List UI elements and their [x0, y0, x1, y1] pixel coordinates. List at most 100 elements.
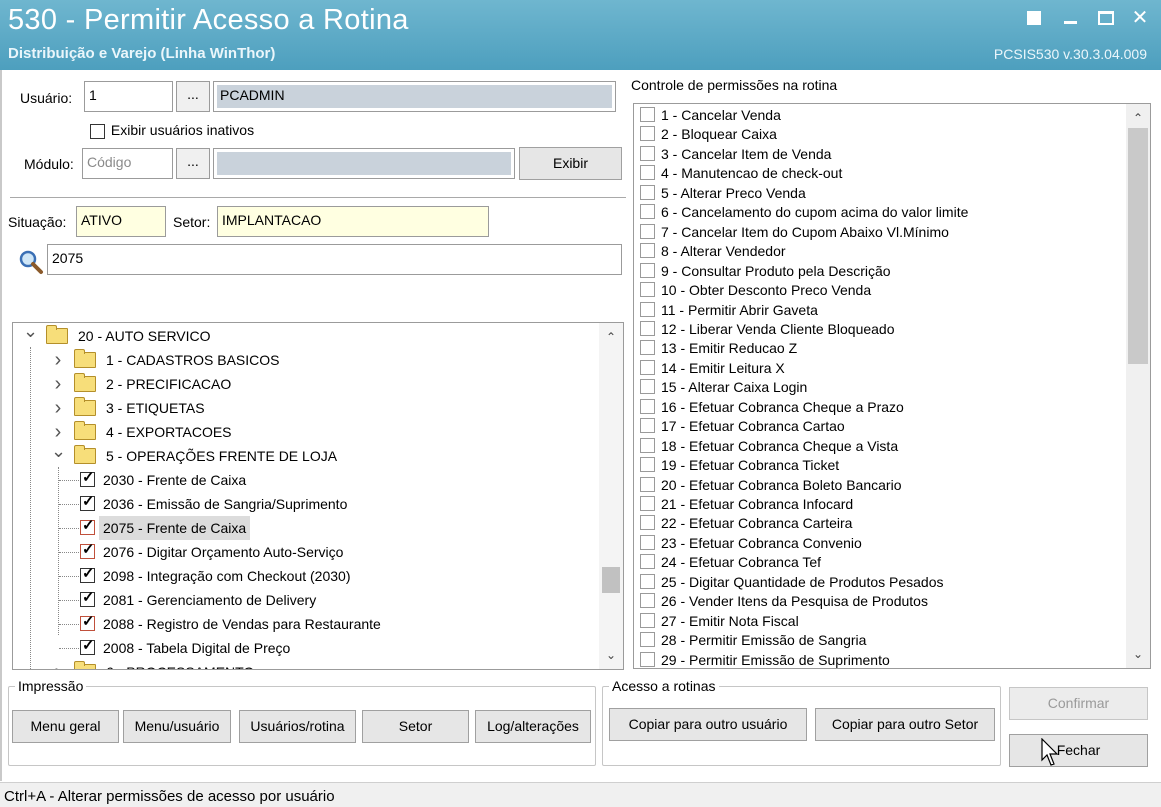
restore-icon[interactable] [1022, 6, 1046, 30]
permission-checkbox[interactable] [640, 145, 655, 161]
permission-checkbox[interactable] [640, 612, 655, 628]
permission-checkbox[interactable] [640, 398, 655, 414]
scroll-down-icon[interactable]: ⌄ [599, 645, 623, 665]
permission-item[interactable]: 10 - Obter Desconto Preco Venda [640, 281, 871, 300]
permissions-scrollbar[interactable]: ⌃ ⌄ [1126, 104, 1150, 668]
tree-folder-node[interactable]: ⌄ 5 - OPERAÇÕES FRENTE DE LOJA [13, 442, 599, 468]
permission-item[interactable]: 14 - Emitir Leitura X [640, 359, 785, 378]
tree-folder-node[interactable]: › 6 - PROCESSAMENTO [13, 660, 599, 669]
chevron-right-icon[interactable]: › [51, 396, 65, 420]
menu-geral-button[interactable]: Menu geral [12, 710, 119, 743]
tree-folder-node[interactable]: › 1 - CADASTROS BASICOS [13, 348, 599, 372]
maximize-button[interactable] [1094, 6, 1118, 30]
inativos-checkbox[interactable] [90, 123, 105, 139]
search-input[interactable]: 2075 [47, 244, 622, 275]
tree-routine-node[interactable]: ✓ 2081 - Gerenciamento de Delivery [13, 588, 599, 612]
permission-checkbox[interactable] [640, 476, 655, 492]
permission-item[interactable]: 11 - Permitir Abrir Gaveta [640, 301, 818, 320]
scroll-up-icon[interactable]: ⌃ [1126, 108, 1150, 128]
permission-checkbox[interactable] [640, 573, 655, 589]
permission-checkbox[interactable] [640, 457, 655, 473]
permission-item[interactable]: 12 - Liberar Venda Cliente Bloqueado [640, 320, 895, 339]
chevron-right-icon[interactable]: › [51, 348, 65, 372]
tree-item-checkbox[interactable]: ✓ [80, 541, 95, 559]
tree-item-checkbox[interactable]: ✓ [80, 613, 95, 631]
permission-checkbox[interactable] [640, 243, 655, 259]
permission-item[interactable]: 13 - Emitir Reducao Z [640, 339, 797, 358]
permission-checkbox[interactable] [640, 651, 655, 667]
tree-folder-node[interactable]: › 3 - ETIQUETAS [13, 396, 599, 420]
permission-checkbox[interactable] [640, 515, 655, 531]
confirmar-button[interactable]: Confirmar [1009, 687, 1148, 720]
permission-item[interactable]: 18 - Efetuar Cobranca Cheque a Vista [640, 437, 898, 456]
permission-checkbox[interactable] [640, 204, 655, 220]
tree-item-checkbox[interactable]: ✓ [80, 517, 95, 535]
modulo-lookup-button[interactable]: ... [176, 148, 210, 179]
chevron-right-icon[interactable]: › [51, 372, 65, 396]
permission-item[interactable]: 29 - Permitir Emissão de Suprimento [640, 651, 890, 668]
permission-item[interactable]: 25 - Digitar Quantidade de Produtos Pesa… [640, 573, 944, 592]
permission-item[interactable]: 4 - Manutencao de check-out [640, 164, 842, 183]
routine-tree[interactable]: ⌄ 20 - AUTO SERVICO › 1 - CADASTROS BASICOS… [12, 322, 624, 670]
permission-item[interactable]: 24 - Efetuar Cobranca Tef [640, 553, 821, 572]
tree-item-checkbox[interactable]: ✓ [80, 589, 95, 607]
permission-checkbox[interactable] [640, 340, 655, 356]
tree-routine-node[interactable]: ✓ 2030 - Frente de Caixa [13, 468, 599, 492]
usuario-lookup-button[interactable]: ... [176, 81, 210, 112]
permission-item[interactable]: 8 - Alterar Vendedor [640, 242, 786, 261]
copiar-usuario-button[interactable]: Copiar para outro usuário [609, 708, 807, 741]
permission-item[interactable]: 15 - Alterar Caixa Login [640, 378, 807, 397]
tree-folder-node[interactable]: › 4 - EXPORTACOES [13, 420, 599, 444]
tree-routine-node[interactable]: ✓ 2008 - Tabela Digital de Preço [13, 636, 599, 660]
scroll-thumb[interactable] [1128, 128, 1148, 364]
minimize-button[interactable] [1058, 6, 1082, 30]
permission-item[interactable]: 23 - Efetuar Cobranca Convenio [640, 534, 862, 553]
permission-checkbox[interactable] [640, 632, 655, 648]
permission-checkbox[interactable] [640, 379, 655, 395]
permission-item[interactable]: 3 - Cancelar Item de Venda [640, 145, 831, 164]
inativos-checkbox-row[interactable]: Exibir usuários inativos [90, 122, 254, 139]
scroll-up-icon[interactable]: ⌃ [599, 327, 623, 347]
permission-item[interactable]: 7 - Cancelar Item do Cupom Abaixo Vl.Mín… [640, 223, 949, 242]
permission-item[interactable]: 6 - Cancelamento do cupom acima do valor… [640, 203, 968, 222]
permission-item[interactable]: 17 - Efetuar Cobranca Cartao [640, 417, 845, 436]
permission-checkbox[interactable] [640, 107, 655, 122]
tree-routine-node[interactable]: ✓ 2076 - Digitar Orçamento Auto-Serviço [13, 540, 599, 564]
permission-checkbox[interactable] [640, 184, 655, 200]
permission-checkbox[interactable] [640, 301, 655, 317]
tree-item-checkbox[interactable]: ✓ [80, 469, 95, 487]
tree-routine-node[interactable]: ✓ 2098 - Integração com Checkout (2030) [13, 564, 599, 588]
copiar-setor-button[interactable]: Copiar para outro Setor [815, 708, 995, 741]
exibir-button[interactable]: Exibir [519, 147, 622, 180]
chevron-down-icon[interactable]: ⌄ [51, 442, 66, 468]
menu-usuario-button[interactable]: Menu/usuário [123, 710, 231, 743]
permission-item[interactable]: 20 - Efetuar Cobranca Boleto Bancario [640, 476, 901, 495]
permission-checkbox[interactable] [640, 534, 655, 550]
permission-checkbox[interactable] [640, 593, 655, 609]
permission-checkbox[interactable] [640, 165, 655, 181]
chevron-right-icon[interactable]: › [51, 660, 65, 669]
tree-item-checkbox[interactable]: ✓ [80, 637, 95, 655]
tree-item-checkbox[interactable]: ✓ [80, 565, 95, 583]
permission-checkbox[interactable] [640, 418, 655, 434]
permission-checkbox[interactable] [640, 554, 655, 570]
tree-routine-node[interactable]: ✓ 2075 - Frente de Caixa [13, 516, 599, 540]
tree-folder-node[interactable]: › 2 - PRECIFICACAO [13, 372, 599, 396]
tree-routine-node[interactable]: ✓ 2036 - Emissão de Sangria/Suprimento [13, 492, 599, 516]
permission-checkbox[interactable] [640, 320, 655, 336]
setor-button[interactable]: Setor [362, 710, 469, 743]
permission-checkbox[interactable] [640, 437, 655, 453]
permission-checkbox[interactable] [640, 262, 655, 278]
tree-scrollbar[interactable]: ⌃ ⌄ [599, 323, 623, 669]
permission-checkbox[interactable] [640, 496, 655, 511]
usuarios-rotina-button[interactable]: Usuários/rotina [239, 710, 356, 743]
tree-routine-node[interactable]: ✓ 2088 - Registro de Vendas para Restaura… [13, 612, 599, 636]
tree-item-checkbox[interactable]: ✓ [80, 493, 95, 511]
permission-item[interactable]: 16 - Efetuar Cobranca Cheque a Prazo [640, 398, 904, 417]
usuario-code-input[interactable]: 1 [84, 81, 173, 112]
chevron-down-icon[interactable]: ⌄ [23, 323, 38, 348]
tree-folder-node[interactable]: ⌄ 20 - AUTO SERVICO [13, 323, 599, 348]
scroll-thumb[interactable] [602, 567, 620, 593]
permission-item[interactable]: 21 - Efetuar Cobranca Infocard [640, 495, 853, 514]
permission-checkbox[interactable] [640, 126, 655, 142]
